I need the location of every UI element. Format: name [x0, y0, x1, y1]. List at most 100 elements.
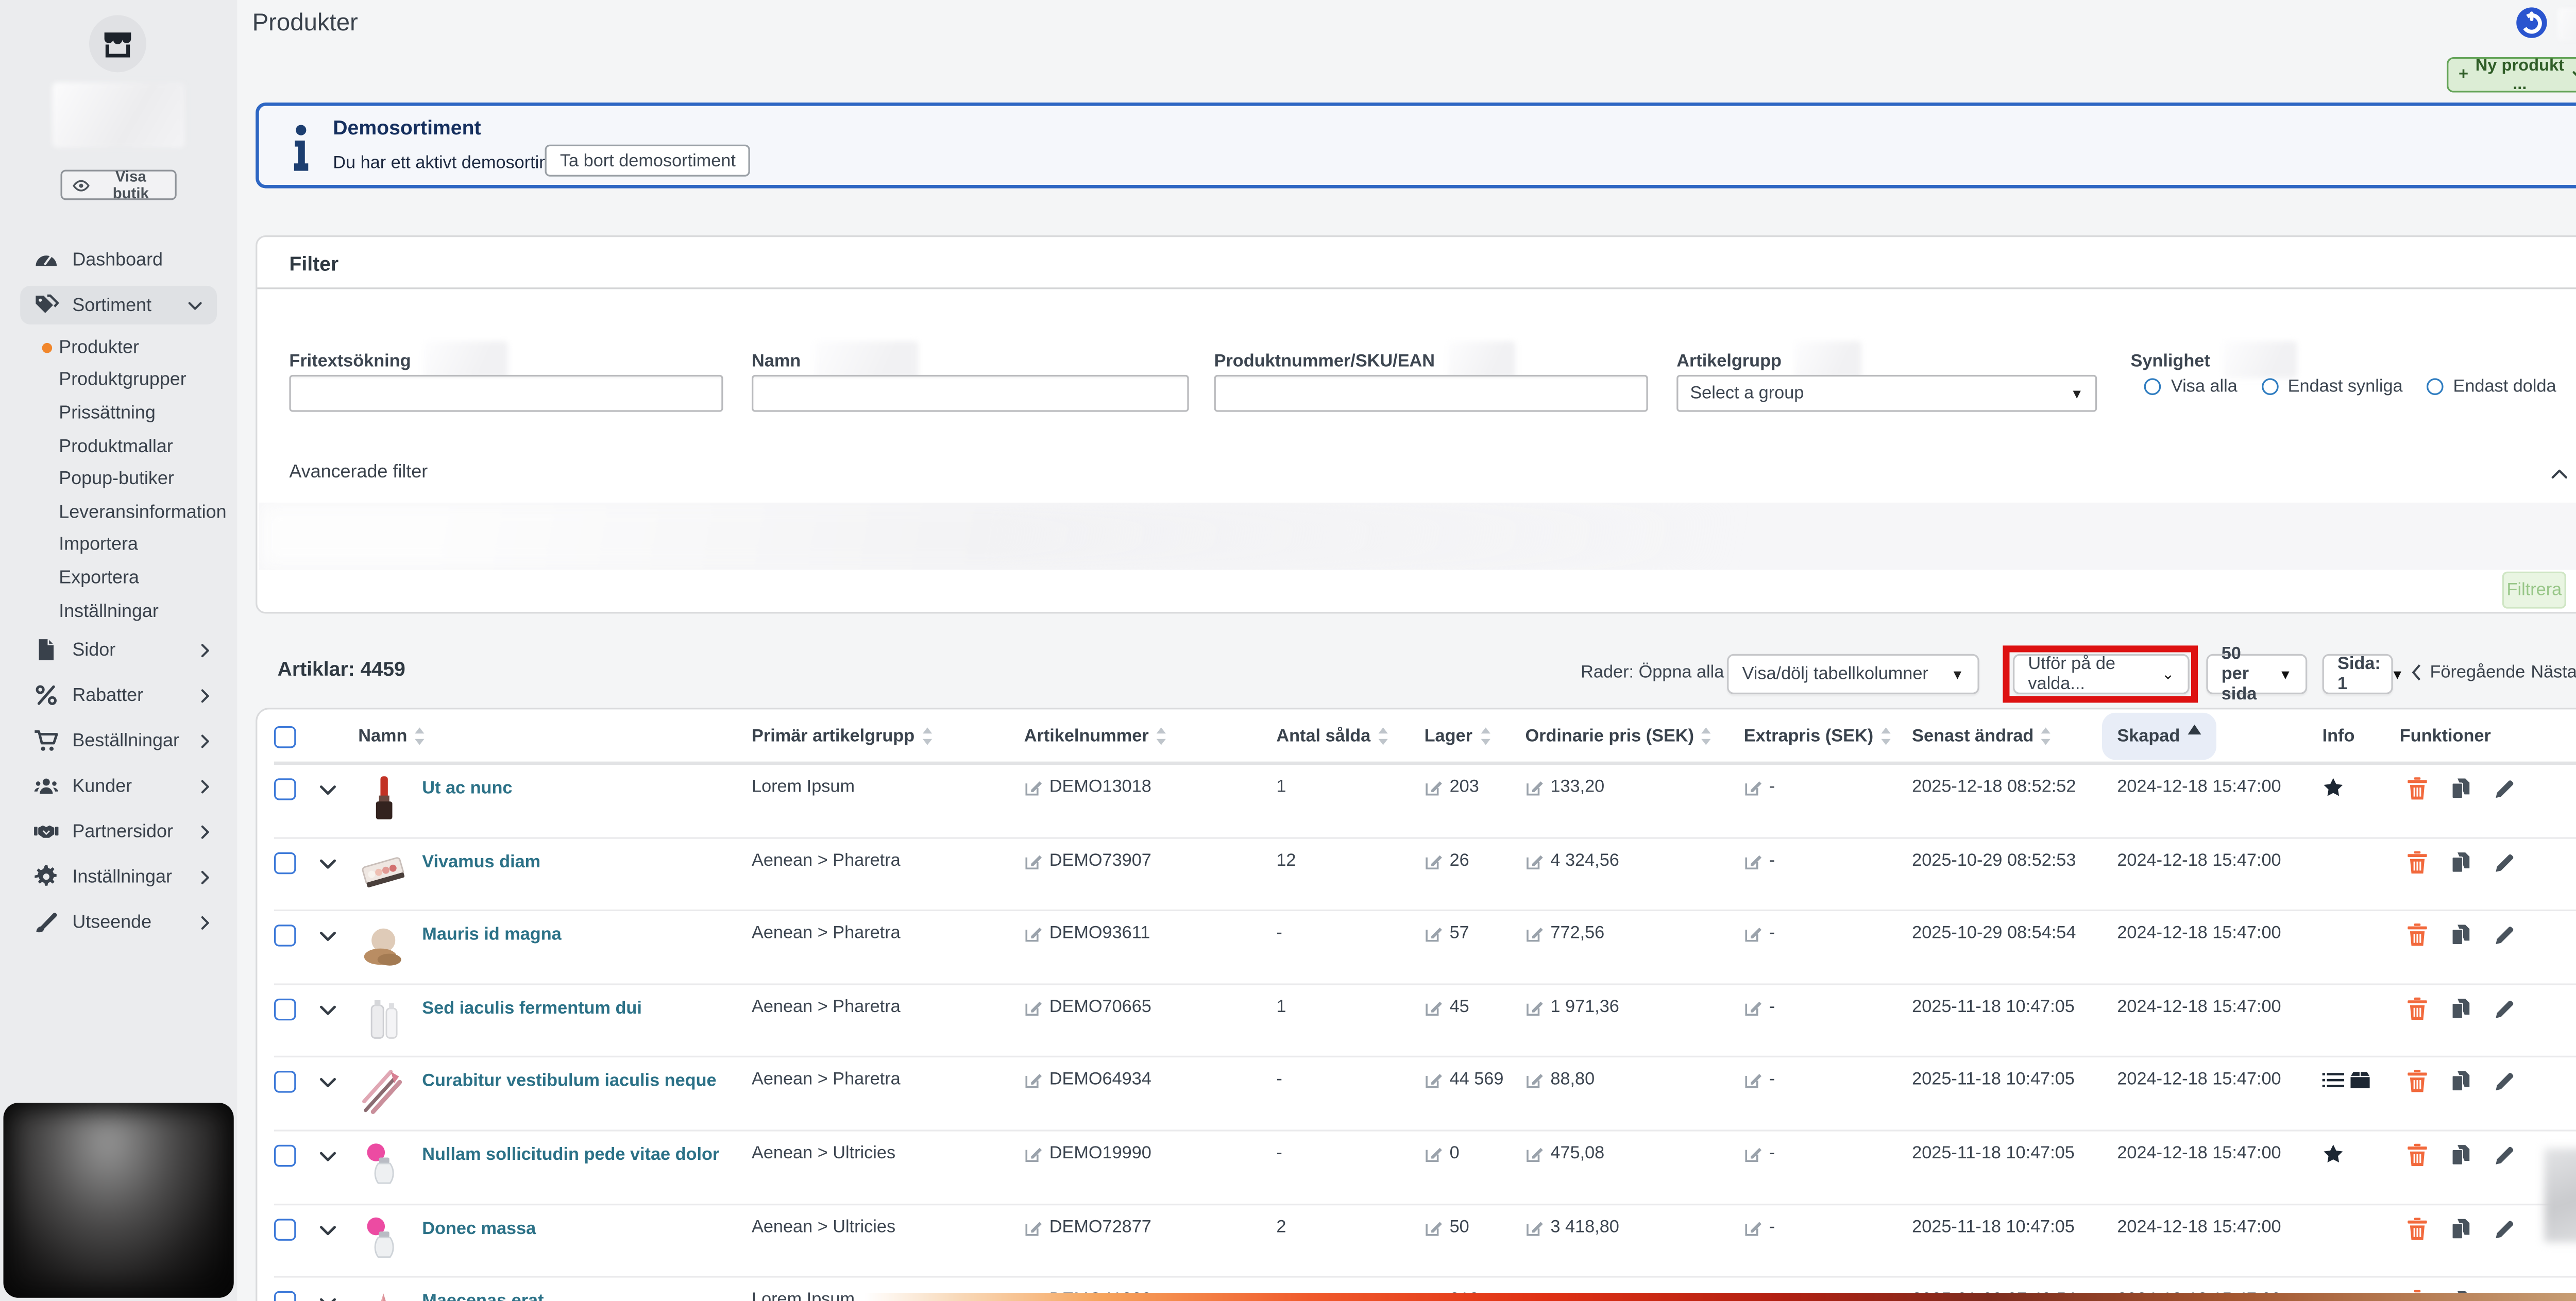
column-header-namn[interactable]: Namn: [358, 725, 752, 746]
columns-dropdown[interactable]: Visa/dölj tabellkolumner ▼: [1727, 654, 1979, 695]
sidebar-item-produktgrupper[interactable]: Produktgrupper: [0, 364, 237, 397]
edit-button[interactable]: [2494, 997, 2516, 1020]
inline-edit-icon[interactable]: [1425, 778, 1443, 797]
inline-edit-icon[interactable]: [1525, 998, 1544, 1017]
delete-button[interactable]: [2406, 923, 2428, 947]
group-select[interactable]: Select a group ▼: [1676, 374, 2097, 412]
next-page-button[interactable]: Nästa: [2531, 662, 2576, 682]
select-all-checkbox[interactable]: [274, 725, 296, 747]
inline-edit-icon[interactable]: [1744, 998, 1762, 1017]
duplicate-button[interactable]: [2450, 923, 2472, 947]
remove-demo-button[interactable]: Ta bort demosortiment: [545, 144, 751, 177]
sidebar-item-inst-llningar[interactable]: Inställningar: [0, 595, 237, 628]
inline-edit-icon[interactable]: [1525, 778, 1544, 797]
new-product-button[interactable]: + Ny produkt ...: [2447, 56, 2576, 93]
row-checkbox[interactable]: [274, 1071, 296, 1093]
product-name-link[interactable]: Ut ac nunc: [422, 778, 512, 798]
expand-row-icon[interactable]: [318, 780, 338, 800]
row-checkbox[interactable]: [274, 851, 296, 874]
column-header-antal-s-lda[interactable]: Antal sålda: [1276, 725, 1424, 746]
column-header-ordinarie-pris-sek[interactable]: Ordinarie pris (SEK): [1525, 725, 1743, 746]
sidebar-item-popup-butiker[interactable]: Popup-butiker: [0, 463, 237, 496]
delete-button[interactable]: [2406, 997, 2428, 1020]
expand-row-icon[interactable]: [318, 1220, 338, 1240]
column-header-skapad[interactable]: Skapad: [2102, 712, 2322, 759]
duplicate-button[interactable]: [2450, 1070, 2472, 1093]
edit-button[interactable]: [2494, 1217, 2516, 1240]
edit-button[interactable]: [2494, 1143, 2516, 1167]
sku-input[interactable]: [1214, 374, 1648, 412]
product-name-link[interactable]: Curabitur vestibulum iaculis neque: [422, 1071, 716, 1091]
sidebar-item-leveransinformation[interactable]: Leveransinformation: [0, 496, 237, 529]
inline-edit-icon[interactable]: [1525, 852, 1544, 870]
prev-page-button[interactable]: Föregående: [2410, 662, 2525, 682]
row-checkbox[interactable]: [274, 1144, 296, 1167]
inline-edit-icon[interactable]: [1744, 1071, 1762, 1090]
inline-edit-icon[interactable]: [1744, 852, 1762, 870]
column-header-artikelnummer[interactable]: Artikelnummer: [1024, 725, 1277, 746]
inline-edit-icon[interactable]: [1024, 998, 1043, 1017]
inline-edit-icon[interactable]: [1525, 1145, 1544, 1163]
product-name-link[interactable]: Mauris id magna: [422, 925, 561, 945]
inline-edit-icon[interactable]: [1024, 778, 1043, 797]
sidebar-item-sortiment[interactable]: Sortiment: [20, 285, 217, 324]
sidebar-item-inst-llningar[interactable]: Inställningar: [0, 854, 237, 900]
product-name-link[interactable]: Vivamus diam: [422, 852, 540, 872]
sidebar-item-best-llningar[interactable]: Beställningar: [0, 718, 237, 764]
inline-edit-icon[interactable]: [1425, 1071, 1443, 1090]
column-header-senast-ndrad[interactable]: Senast ändrad: [1912, 725, 2117, 746]
inline-edit-icon[interactable]: [1744, 778, 1762, 797]
row-checkbox[interactable]: [274, 998, 296, 1020]
sidebar-item-dashboard[interactable]: Dashboard: [0, 237, 237, 282]
inline-edit-icon[interactable]: [1425, 925, 1443, 944]
edit-button[interactable]: [2494, 850, 2516, 874]
open-all-link[interactable]: Öppna alla: [1639, 662, 1724, 682]
expand-row-icon[interactable]: [318, 853, 338, 874]
inline-edit-icon[interactable]: [1425, 852, 1443, 870]
delete-button[interactable]: [2406, 1217, 2428, 1240]
delete-button[interactable]: [2406, 1143, 2428, 1167]
inline-edit-icon[interactable]: [1425, 1145, 1443, 1163]
inline-edit-icon[interactable]: [1024, 1145, 1043, 1163]
expand-row-icon[interactable]: [318, 1146, 338, 1167]
row-checkbox[interactable]: [274, 778, 296, 800]
duplicate-button[interactable]: [2450, 1217, 2472, 1240]
logout-button[interactable]: [2516, 7, 2548, 39]
product-name-link[interactable]: Sed iaculis fermentum dui: [422, 998, 642, 1018]
sidebar-item-priss-ttning[interactable]: Prissättning: [0, 397, 237, 430]
inline-edit-icon[interactable]: [1425, 1218, 1443, 1237]
page-dropdown[interactable]: Sida: 1 ▼: [2322, 654, 2404, 695]
delete-button[interactable]: [2406, 850, 2428, 874]
store-avatar[interactable]: [89, 15, 146, 73]
expand-row-icon[interactable]: [318, 1000, 338, 1020]
column-header-extrapris-sek[interactable]: Extrapris (SEK): [1744, 725, 1912, 746]
radio-endast-synliga[interactable]: [2261, 378, 2278, 396]
sidebar-item-partnersidor[interactable]: Partnersidor: [0, 809, 237, 854]
duplicate-button[interactable]: [2450, 1143, 2472, 1167]
edit-button[interactable]: [2494, 777, 2516, 800]
advanced-filter-toggle[interactable]: Avancerade filter: [289, 463, 428, 483]
expand-row-icon[interactable]: [318, 927, 338, 947]
inline-edit-icon[interactable]: [1024, 925, 1043, 944]
sidebar-item-sidor[interactable]: Sidor: [0, 628, 237, 673]
name-input[interactable]: [752, 374, 1189, 412]
radio-visa-alla[interactable]: [2144, 378, 2161, 396]
filter-submit-button[interactable]: Filtrera: [2502, 571, 2566, 609]
duplicate-button[interactable]: [2450, 850, 2472, 874]
inline-edit-icon[interactable]: [1024, 1218, 1043, 1237]
inline-edit-icon[interactable]: [1525, 1218, 1544, 1237]
chevron-up-icon[interactable]: [2549, 464, 2569, 484]
delete-button[interactable]: [2406, 1070, 2428, 1093]
inline-edit-icon[interactable]: [1525, 1071, 1544, 1090]
sidebar-item-produktmallar[interactable]: Produktmallar: [0, 430, 237, 463]
sidebar-item-utseende[interactable]: Utseende: [0, 900, 237, 945]
per-page-dropdown[interactable]: 50 per sida ▼: [2206, 644, 2308, 705]
freetext-input[interactable]: [289, 374, 723, 412]
row-checkbox[interactable]: [274, 1218, 296, 1240]
sidebar-item-produkter[interactable]: Produkter: [0, 331, 237, 364]
sidebar-item-kunder[interactable]: Kunder: [0, 764, 237, 809]
edit-button[interactable]: [2494, 1070, 2516, 1093]
column-header-prim-r-artikelgrupp[interactable]: Primär artikelgrupp: [752, 725, 1024, 746]
inline-edit-icon[interactable]: [1744, 925, 1762, 944]
expand-row-icon[interactable]: [318, 1073, 338, 1093]
